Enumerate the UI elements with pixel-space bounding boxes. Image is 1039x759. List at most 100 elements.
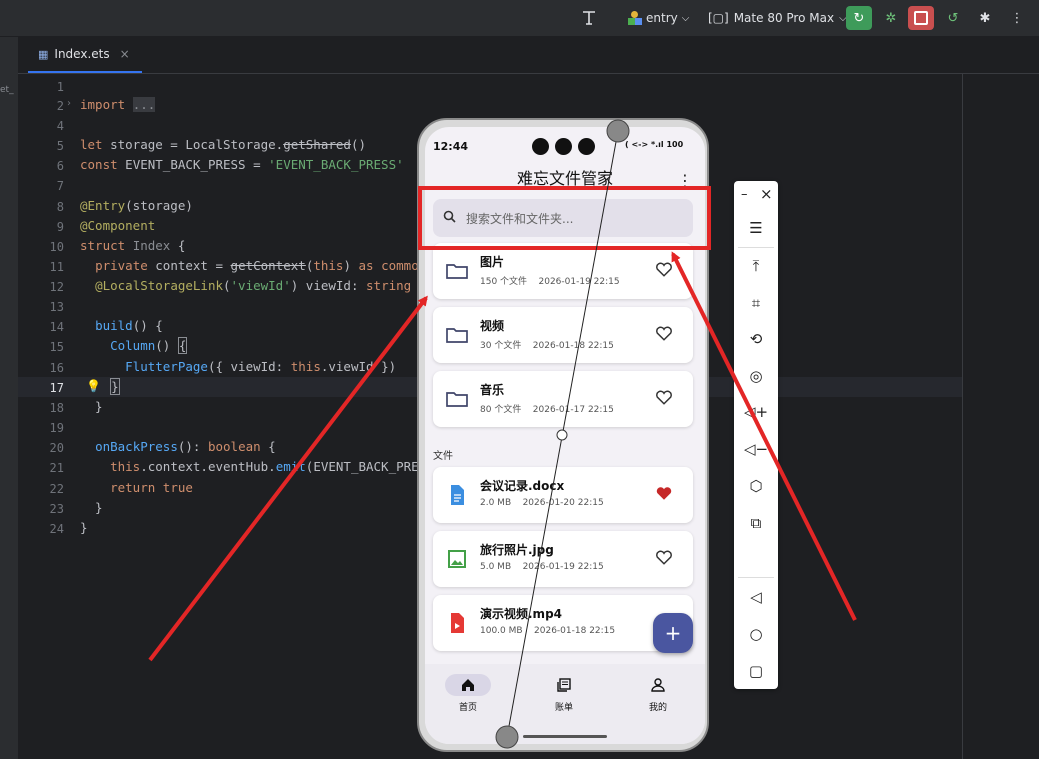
files-section-header: 文件 [433, 451, 453, 462]
volume-down-icon[interactable]: ◁− [734, 434, 778, 464]
line-number: 7 [56, 179, 64, 193]
tab-index-ets[interactable]: ▦ Index.ets × [28, 37, 142, 73]
fold-arrow-icon[interactable]: › [67, 98, 71, 109]
folder-card[interactable]: 视频 30 个文件 2026-01-18 22:15 [433, 307, 693, 363]
code-line: let storage = LocalStorage.getShared() [80, 137, 366, 152]
line-number: 20 [49, 441, 64, 455]
bottom-nav: 首页 账单 我的 [425, 664, 705, 744]
code-line: @Component [80, 218, 156, 233]
line-number: 1 [56, 80, 64, 94]
code-line: FlutterPage({ viewId: this.viewId }) [125, 359, 397, 374]
image-icon [448, 550, 466, 568]
search-placeholder: 搜索文件和文件夹... [466, 211, 574, 226]
nav-label: 账单 [554, 703, 573, 713]
file-card[interactable]: 会议记录.docx 2.0 MB 2026-01-20 22:15 [433, 467, 693, 523]
close-icon[interactable]: × [120, 47, 130, 61]
line-number: 12 [49, 280, 64, 294]
close-icon[interactable]: × [760, 185, 773, 203]
screenshot-icon[interactable]: ◎ [734, 361, 778, 391]
right-margin-guide [962, 74, 963, 759]
apply-changes-icon: ↺ [947, 10, 959, 26]
ide-toolbar: entry ⌵ [▢] Mate 80 Pro Max ⌵ ↻ ✲ ↺ ✱ ⋮ [0, 0, 1039, 37]
folder-meta: 30 个文件 2026-01-18 22:15 [480, 341, 614, 351]
line-number: 23 [49, 502, 64, 516]
heart-filled-icon[interactable] [655, 484, 673, 502]
line-number: 6 [56, 159, 64, 173]
run-button[interactable]: ↻ [846, 6, 872, 30]
heart-outline-icon[interactable] [655, 260, 673, 278]
more-vertical-icon: ⋮ [1010, 10, 1024, 26]
fold-icon[interactable]: ⬡ [734, 471, 778, 501]
line-number: 10 [49, 240, 64, 254]
gesture-bar[interactable] [523, 735, 607, 738]
minimize-icon[interactable]: – [741, 187, 748, 202]
search-input[interactable]: 搜索文件和文件夹... [433, 199, 693, 237]
nav-item-profile[interactable]: 我的 [623, 674, 693, 713]
module-label: entry [646, 11, 678, 25]
heart-outline-icon[interactable] [655, 548, 673, 566]
project-fragment-label: et_ [0, 85, 14, 95]
module-icon [628, 11, 642, 25]
line-number: 9 [56, 220, 64, 234]
menu-icon[interactable]: ☰ [734, 213, 778, 243]
line-number: 13 [49, 300, 64, 314]
file-meta: 100.0 MB 2026-01-18 22:15 [480, 626, 616, 636]
status-time: 12:44 [433, 140, 469, 153]
tab-label: Index.ets [54, 47, 110, 61]
file-card[interactable]: 旅行照片.jpg 5.0 MB 2026-01-19 22:15 [433, 531, 693, 587]
status-icons: ( <-> *.ıl 100 [625, 140, 684, 149]
status-bar: 12:44 ( <-> *.ıl 100 [425, 127, 705, 163]
heart-outline-icon[interactable] [655, 324, 673, 342]
phone-screen[interactable]: 12:44 ( <-> *.ıl 100 难忘文件管家 ⋮ 搜索文件和文件夹..… [425, 127, 705, 744]
device-label: Mate 80 Pro Max [733, 11, 835, 25]
folder-card[interactable]: 图片 150 个文件 2026-01-19 22:15 [433, 243, 693, 299]
more-vertical-icon[interactable]: ⋮ [677, 171, 693, 190]
add-button[interactable]: + [653, 613, 693, 653]
line-number: 24 [49, 522, 64, 536]
folder-name: 视频 [480, 319, 505, 333]
profile-icon [635, 674, 681, 696]
code-line: @LocalStorageLink('viewId') viewId: stri… [95, 278, 426, 293]
camera-icon [532, 138, 549, 155]
nav-item-bill[interactable]: 账单 [529, 674, 599, 713]
top-icon[interactable]: ⤒ [734, 251, 778, 281]
code-line: build() { [95, 318, 163, 333]
line-number: 2 [56, 99, 64, 113]
rotate-icon[interactable]: ⟲ [734, 324, 778, 354]
document-icon [451, 485, 464, 505]
project-side-strip: et_ [0, 37, 18, 759]
nav-label: 首页 [458, 703, 477, 713]
debug-button[interactable]: ✲ [878, 6, 904, 30]
more-menu-button[interactable]: ⋮ [1004, 6, 1030, 30]
stop-button[interactable] [908, 6, 934, 30]
text-tool-icon[interactable] [580, 0, 600, 36]
module-selector[interactable]: entry ⌵ [628, 0, 689, 36]
bill-icon [541, 674, 587, 696]
code-line: onBackPress(): boolean { [95, 439, 276, 454]
crop-icon[interactable]: ⌗ [734, 288, 778, 318]
device-selector[interactable]: [▢] Mate 80 Pro Max ⌵ [708, 0, 847, 36]
line-number: 17 [49, 381, 64, 395]
recents-icon[interactable]: ▢ [734, 656, 778, 686]
code-line: struct Index { [80, 238, 186, 253]
code-line: Column() { [110, 337, 188, 354]
line-number: 15 [49, 340, 64, 354]
line-number: 21 [49, 461, 64, 475]
code-line: } [110, 378, 120, 395]
back-icon[interactable]: ◁ [734, 582, 778, 612]
line-number: 8 [56, 200, 64, 214]
file-meta: 5.0 MB 2026-01-19 22:15 [480, 562, 604, 572]
heart-outline-icon[interactable] [655, 388, 673, 406]
line-number: 16 [49, 361, 64, 375]
code-line: @Entry(storage) [80, 198, 193, 213]
apply-changes-button[interactable]: ↺ [940, 6, 966, 30]
chevron-down-icon: ⌵ [681, 12, 690, 24]
volume-up-icon[interactable]: ◁+ [734, 397, 778, 427]
home-icon[interactable]: ○ [734, 619, 778, 649]
folder-card[interactable]: 音乐 80 个文件 2026-01-17 22:15 [433, 371, 693, 427]
nav-item-home[interactable]: 首页 [433, 674, 503, 713]
file-meta: 2.0 MB 2026-01-20 22:15 [480, 498, 604, 508]
attach-debugger-button[interactable]: ✱ [972, 6, 998, 30]
multi-device-icon[interactable]: ⧉ [734, 508, 778, 538]
nav-label: 我的 [648, 703, 667, 713]
